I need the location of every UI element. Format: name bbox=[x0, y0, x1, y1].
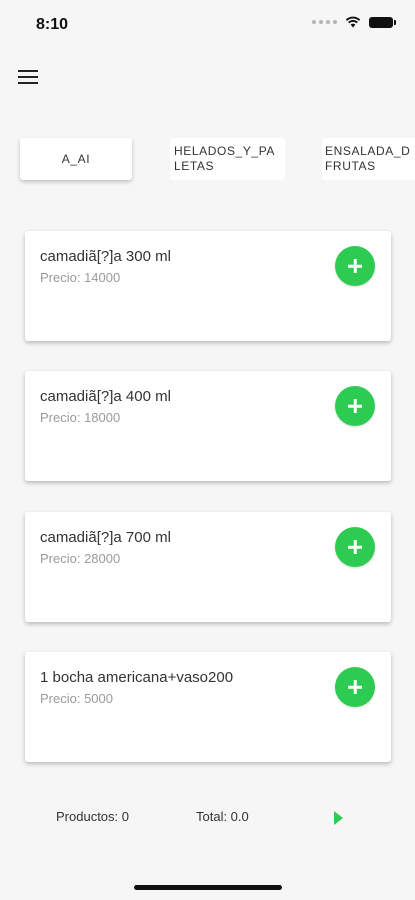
cart-total: Total: 0.0 bbox=[196, 809, 249, 824]
product-price: Precio: 14000 bbox=[40, 270, 121, 285]
product-card: 1 bocha americana+vaso200 Precio: 5000 bbox=[25, 652, 391, 762]
tab-ensalada-de-frutas[interactable]: ENSALADA_D FRUTAS bbox=[322, 138, 415, 180]
products-count: Productos: 0 bbox=[56, 809, 129, 824]
category-tabs: A_AI HELADOS_Y_PA LETAS ENSALADA_D FRUTA… bbox=[0, 138, 415, 184]
play-arrow-icon[interactable] bbox=[334, 811, 343, 825]
cellular-signal-icon bbox=[312, 20, 337, 24]
tab-a-ai[interactable]: A_AI bbox=[20, 138, 132, 180]
home-indicator bbox=[134, 885, 282, 890]
status-time: 8:10 bbox=[36, 16, 69, 33]
product-price: Precio: 5000 bbox=[40, 691, 113, 706]
product-name: camadiã[?]a 300 ml bbox=[40, 248, 171, 265]
battery-icon bbox=[369, 16, 396, 28]
product-card: camadiã[?]a 700 ml Precio: 28000 bbox=[25, 512, 391, 622]
product-card: camadiã[?]a 300 ml Precio: 14000 bbox=[25, 231, 391, 341]
product-name: camadiã[?]a 400 ml bbox=[40, 388, 171, 405]
add-product-button[interactable] bbox=[335, 246, 375, 286]
add-product-button[interactable] bbox=[335, 527, 375, 567]
wifi-icon bbox=[345, 16, 361, 28]
add-product-button[interactable] bbox=[335, 667, 375, 707]
product-name: camadiã[?]a 700 ml bbox=[40, 529, 171, 546]
add-product-button[interactable] bbox=[335, 386, 375, 426]
product-name: 1 bocha americana+vaso200 bbox=[40, 669, 234, 686]
status-icons bbox=[312, 16, 396, 28]
tab-helados-y-paletas[interactable]: HELADOS_Y_PA LETAS bbox=[170, 138, 285, 180]
product-card: camadiã[?]a 400 ml Precio: 18000 bbox=[25, 371, 391, 481]
cart-footer: Productos: 0 Total: 0.0 bbox=[0, 800, 415, 832]
product-price: Precio: 28000 bbox=[40, 551, 121, 566]
product-price: Precio: 18000 bbox=[40, 410, 121, 425]
hamburger-menu-icon[interactable] bbox=[18, 66, 40, 88]
status-bar: 8:10 bbox=[0, 0, 415, 50]
